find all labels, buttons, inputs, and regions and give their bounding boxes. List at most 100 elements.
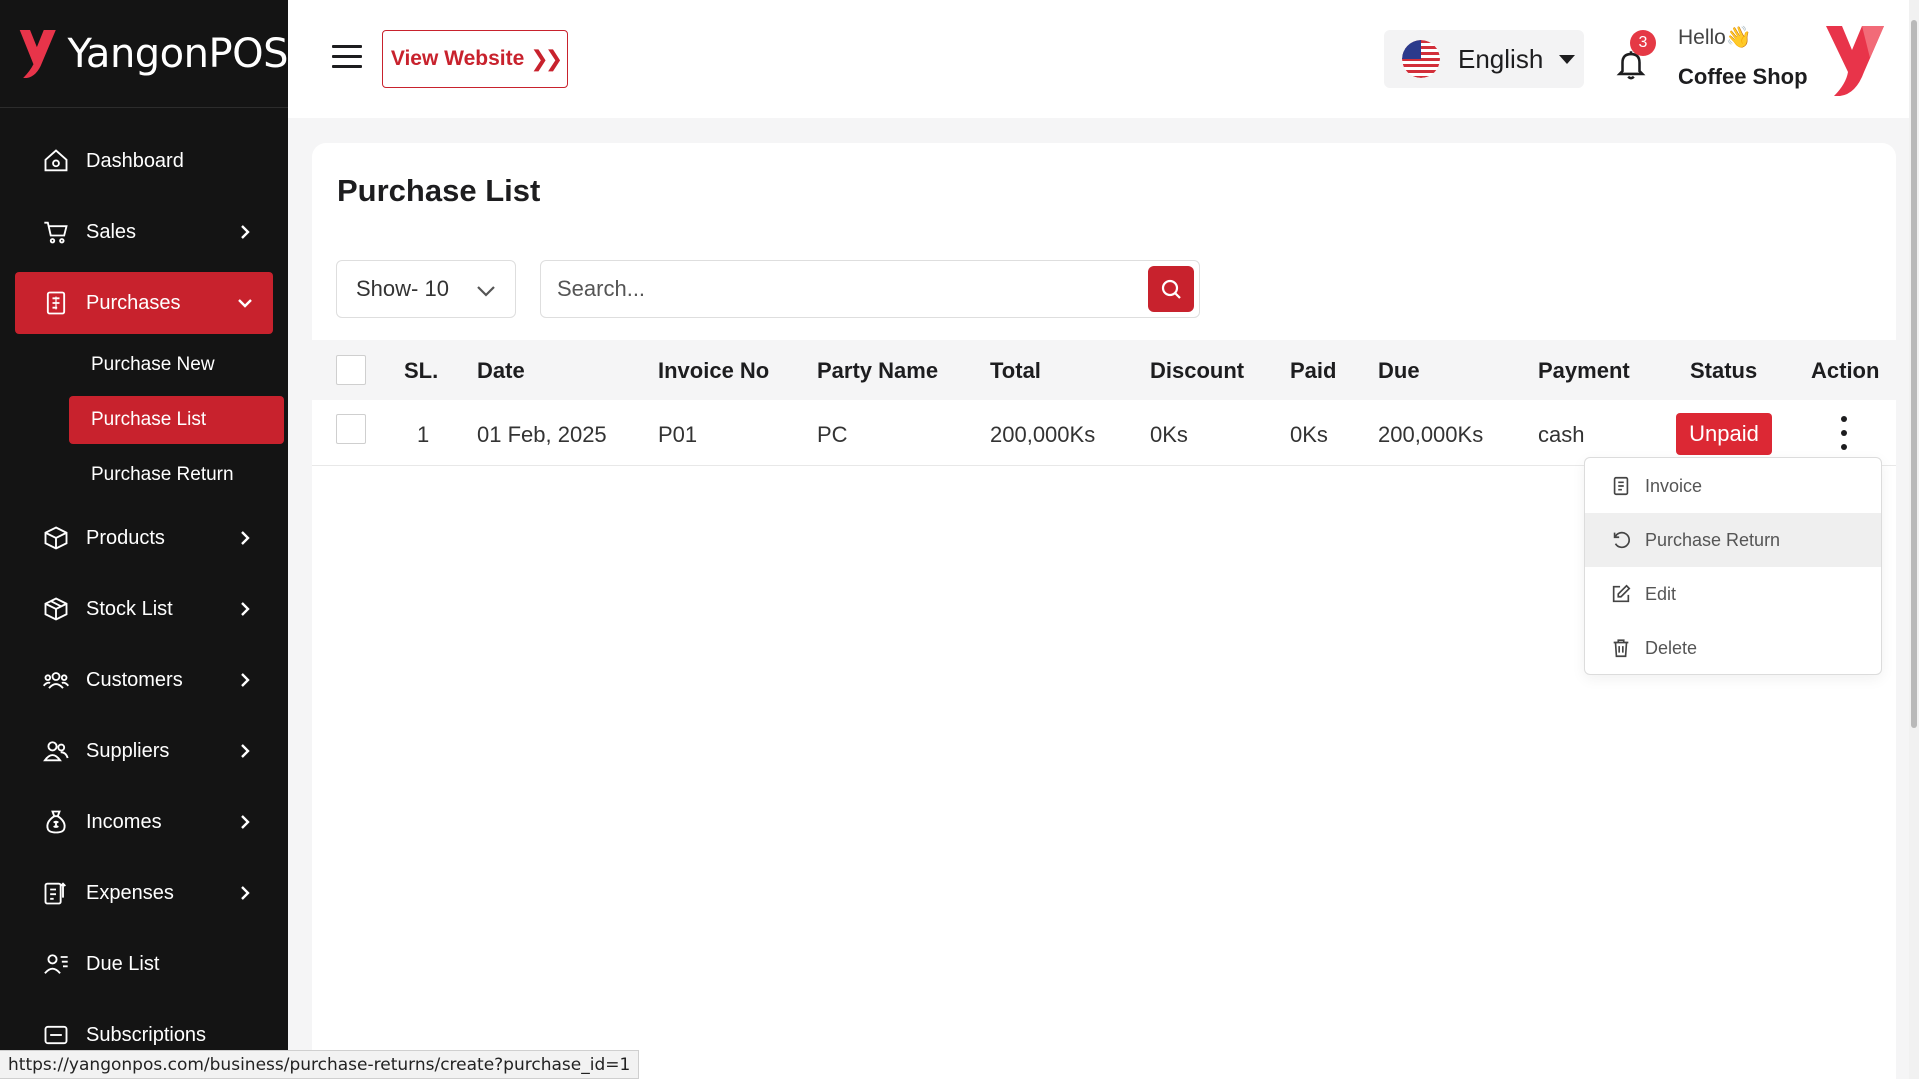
cell-sl: 1 xyxy=(417,422,430,447)
column-header-total: Total xyxy=(990,358,1041,383)
sidebar-item-label: Sales xyxy=(86,220,137,243)
expense-icon xyxy=(41,878,71,908)
kebab-menu-icon[interactable] xyxy=(1838,416,1850,450)
cell-total: 200,000Ks xyxy=(990,422,1096,447)
package-icon xyxy=(41,594,71,624)
brand-name: YangonPOS xyxy=(67,30,289,77)
column-header-date: Date xyxy=(477,358,525,383)
purchases-submenu: Purchase New Purchase List Purchase Retu… xyxy=(0,341,288,499)
sidebar-item-customers[interactable]: Customers xyxy=(15,649,273,711)
cell-date: 01 Feb, 2025 xyxy=(477,422,607,447)
sidebar-item-label: Customers xyxy=(86,668,183,691)
double-chevron-right-icon: ❯❯ xyxy=(530,46,563,71)
menu-item-label: Delete xyxy=(1645,637,1698,658)
menu-item-invoice[interactable]: Invoice xyxy=(1585,459,1881,513)
sidebar-item-label: Dashboard xyxy=(86,149,184,172)
menu-item-edit[interactable]: Edit xyxy=(1585,567,1881,621)
chevron-right-icon xyxy=(235,883,255,903)
search-input[interactable] xyxy=(541,261,1141,316)
sidebar: YangonPOS Dashboard Sales Purchases Purc… xyxy=(0,0,288,1079)
column-header-discount: Discount xyxy=(1150,358,1245,383)
trash-icon xyxy=(1609,636,1633,660)
row-checkbox[interactable] xyxy=(336,414,366,444)
column-header-paid: Paid xyxy=(1290,358,1337,383)
page-title: Purchase List xyxy=(337,173,541,208)
sidebar-item-expenses[interactable]: Expenses xyxy=(15,862,273,924)
sidebar-item-label: Due List xyxy=(86,952,160,975)
column-header-payment: Payment xyxy=(1538,358,1630,383)
sidebar-subitem-purchase-return[interactable]: Purchase Return xyxy=(69,451,284,499)
home-icon xyxy=(41,146,71,176)
users-icon xyxy=(41,665,71,695)
edit-icon xyxy=(1609,582,1633,606)
page-scrollbar[interactable] xyxy=(1909,0,1919,1079)
table-header: SL. Date Invoice No Party Name Total Dis… xyxy=(312,340,1896,400)
greeting-text: Hello👋 xyxy=(1678,26,1753,49)
chevron-right-icon xyxy=(235,528,255,548)
menu-item-label: Edit xyxy=(1645,583,1677,604)
chevron-down-icon xyxy=(475,280,497,298)
column-header-status: Status xyxy=(1690,358,1758,383)
cell-due: 200,000Ks xyxy=(1378,422,1484,447)
undo-icon xyxy=(1609,528,1633,552)
sidebar-item-label: Subscriptions xyxy=(86,1023,207,1046)
sidebar-subitem-purchase-new[interactable]: Purchase New xyxy=(69,341,284,389)
language-selector[interactable]: English xyxy=(1384,30,1584,88)
column-header-sl: SL. xyxy=(404,358,439,383)
view-website-button[interactable]: View Website ❯❯ xyxy=(382,30,568,88)
status-badge: Unpaid xyxy=(1676,413,1772,455)
menu-item-purchase-return[interactable]: Purchase Return xyxy=(1585,513,1881,567)
chevron-down-icon xyxy=(235,293,255,313)
sidebar-item-dashboard[interactable]: Dashboard xyxy=(15,130,273,192)
sidebar-item-products[interactable]: Products xyxy=(15,507,273,569)
cell-paid: 0Ks xyxy=(1290,422,1328,447)
sidebar-item-suppliers[interactable]: Suppliers xyxy=(15,720,273,782)
sidebar-item-stock-list[interactable]: Stock List xyxy=(15,578,273,640)
receipt-icon xyxy=(41,288,71,318)
column-header-action: Action xyxy=(1811,358,1880,383)
scrollbar-thumb[interactable] xyxy=(1911,20,1917,728)
column-header-party: Party Name xyxy=(817,358,939,383)
brand[interactable]: YangonPOS xyxy=(0,0,288,108)
sidebar-item-due-list[interactable]: Due List xyxy=(15,933,273,995)
menu-item-label: Purchase Return xyxy=(1645,529,1781,550)
search-button[interactable] xyxy=(1148,266,1194,312)
subscription-icon xyxy=(41,1020,71,1050)
money-bag-icon xyxy=(41,807,71,837)
chevron-right-icon xyxy=(235,741,255,761)
language-label: English xyxy=(1458,43,1544,74)
column-header-due: Due xyxy=(1378,358,1420,383)
brand-logo-icon xyxy=(19,29,56,78)
page-size-value: Show- 10 xyxy=(356,276,449,301)
notification-badge: 3 xyxy=(1630,30,1656,56)
sidebar-item-label: Purchases xyxy=(86,291,181,314)
sidebar-item-label: Expenses xyxy=(86,881,174,904)
sidebar-item-label: Stock List xyxy=(86,597,173,620)
menu-toggle-icon[interactable] xyxy=(332,45,362,71)
box-icon xyxy=(41,523,71,553)
menu-item-delete[interactable]: Delete xyxy=(1585,621,1881,675)
sidebar-nav: Dashboard Sales Purchases Purchase New P… xyxy=(0,108,288,1066)
cart-icon xyxy=(41,217,71,247)
page-size-select[interactable]: Show- 10 xyxy=(336,260,516,318)
menu-item-label: Invoice xyxy=(1645,475,1703,496)
search-icon xyxy=(1161,279,1181,299)
view-website-label: View Website xyxy=(390,47,525,70)
sidebar-item-sales[interactable]: Sales xyxy=(15,201,273,263)
action-dropdown-menu: Invoice Purchase Return Edit Delete xyxy=(1584,457,1882,675)
browser-status-bar: https://yangonpos.com/business/purchase-… xyxy=(0,1050,640,1079)
column-header-invoice: Invoice No xyxy=(658,358,770,383)
avatar[interactable] xyxy=(1818,20,1898,100)
cell-payment: cash xyxy=(1538,422,1585,447)
sidebar-subitem-purchase-list[interactable]: Purchase List xyxy=(69,396,284,444)
sidebar-item-purchases[interactable]: Purchases xyxy=(15,272,273,334)
search-box xyxy=(540,260,1200,318)
caret-down-icon xyxy=(1559,54,1576,64)
shop-name: Coffee Shop xyxy=(1678,64,1808,89)
us-flag-icon xyxy=(1402,40,1440,78)
select-all-checkbox[interactable] xyxy=(336,355,366,385)
sidebar-item-label: Incomes xyxy=(86,810,162,833)
sidebar-item-label: Suppliers xyxy=(86,739,170,762)
chevron-right-icon xyxy=(235,222,255,242)
sidebar-item-incomes[interactable]: Incomes xyxy=(15,791,273,853)
